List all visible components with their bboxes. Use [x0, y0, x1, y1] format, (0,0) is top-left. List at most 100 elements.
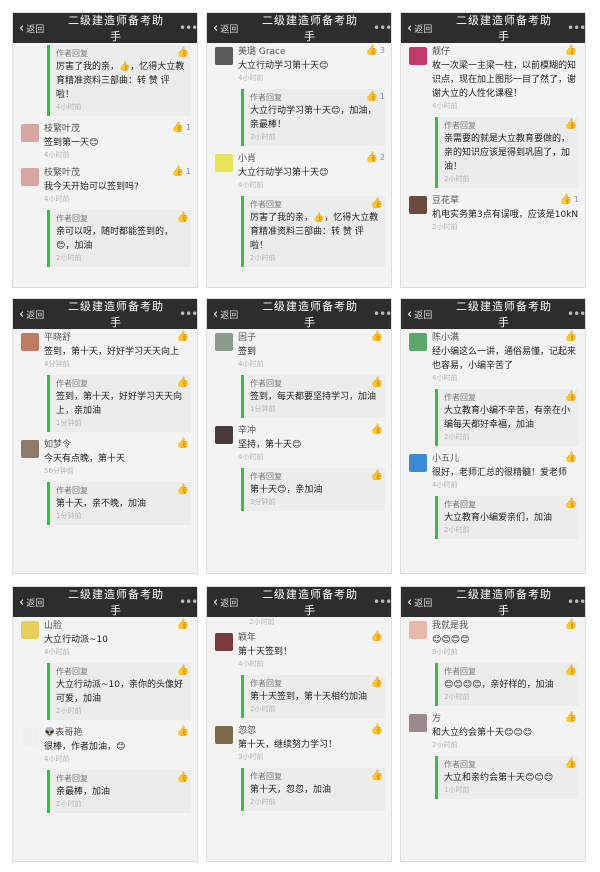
more-icon[interactable]: ••• [567, 21, 585, 35]
avatar[interactable] [21, 168, 39, 186]
like-button[interactable]: 👍 [177, 726, 191, 737]
like-button[interactable]: 👍 [371, 331, 385, 342]
back-button[interactable]: ‹ 返回 [401, 21, 455, 36]
commenter-name[interactable]: 陈小满 [432, 331, 579, 345]
thumbs-up-icon: 👍 [365, 91, 378, 102]
like-button[interactable]: 👍 [177, 212, 191, 223]
commenter-name[interactable]: 忽忽 [238, 724, 385, 738]
commenter-name[interactable]: 枝繁叶茂 [44, 166, 191, 180]
like-button[interactable]: 👍 [371, 377, 385, 388]
comment-list[interactable]: 平晓舒 签到，第十天，好好学习天天向上 4分钟前 👍 作者回复 签到，第十天，好好学习天天… [13, 329, 197, 573]
like-button[interactable]: 👍 [177, 772, 191, 783]
back-button[interactable]: ‹ 返回 [13, 595, 67, 610]
like-button[interactable]: 👍 [177, 665, 191, 676]
more-icon[interactable]: ••• [373, 21, 391, 35]
like-button[interactable]: 👍 [565, 45, 579, 56]
commenter-name[interactable]: 靓仔 [432, 45, 579, 59]
like-button[interactable]: 👍 [565, 619, 579, 630]
avatar[interactable] [409, 47, 427, 65]
comment-list[interactable]: 山脸 大立行动派~10 4小时前 👍 作者回复 大立行动派~10，亲你的头像好可爱，加油 2… [13, 617, 197, 861]
commenter-name[interactable]: 颖年 [238, 631, 385, 645]
more-icon[interactable]: ••• [179, 21, 197, 35]
back-button[interactable]: ‹ 返回 [401, 307, 455, 322]
like-button[interactable]: 👍 [371, 470, 385, 481]
avatar[interactable] [21, 621, 39, 639]
commenter-name[interactable]: 👽表哥艳 [44, 726, 191, 740]
like-button[interactable]: 👍 [565, 391, 579, 402]
back-button[interactable]: ‹ 返回 [207, 307, 261, 322]
avatar[interactable] [409, 621, 427, 639]
like-button[interactable]: 👍 [371, 631, 385, 642]
like-button[interactable]: 👍 [371, 724, 385, 735]
back-button[interactable]: ‹ 返回 [13, 21, 67, 36]
commenter-name[interactable]: 豆花草 [432, 194, 579, 208]
like-button[interactable]: 👍 [177, 484, 191, 495]
avatar[interactable] [409, 714, 427, 732]
avatar[interactable] [215, 333, 233, 351]
like-button[interactable]: 👍 [177, 377, 191, 388]
comment-list[interactable]: 固子 签到 4小时前 👍 作者回复 签到，每天都要坚持学习，加油 1分钟前 👍 辛冲 坚持，第十天… [207, 329, 391, 573]
like-button[interactable]: 👍 [565, 119, 579, 130]
commenter-name[interactable]: 固子 [238, 331, 385, 345]
commenter-name[interactable]: 山脸 [44, 619, 191, 633]
more-icon[interactable]: ••• [179, 307, 197, 321]
avatar[interactable] [21, 440, 39, 458]
avatar[interactable] [215, 154, 233, 172]
comment-list[interactable]: 陈小满 经小编这么一讲，通俗易懂，记起来也容易，小编辛苦了 4小时前 👍 作者回复 大立教… [401, 329, 585, 573]
commenter-name[interactable]: 方 [432, 712, 579, 726]
back-button[interactable]: ‹ 返回 [207, 595, 261, 610]
back-button[interactable]: ‹ 返回 [401, 595, 455, 610]
like-button[interactable]: 👍 [371, 770, 385, 781]
like-button[interactable]: 👍 [371, 677, 385, 688]
commenter-name[interactable]: 小肖 [238, 152, 385, 166]
comment-list[interactable]: 靓仔 枚一次梁一主梁一柱，以前模糊的知识点，现在加上图形一目了然了，谢谢大立的人性… [401, 43, 585, 287]
commenter-name[interactable]: 枝繁叶茂 [44, 122, 191, 136]
avatar[interactable] [215, 426, 233, 444]
like-button[interactable]: 👍 1 [171, 166, 191, 177]
comment-list[interactable]: 美璐 Grace 大立行动学习第十天😊 4小时前 👍 3 作者回复 大立行动学习第十天😊，加… [207, 43, 391, 287]
commenter-name[interactable]: 如梦令 [44, 438, 191, 452]
commenter-name[interactable]: 我就是我 [432, 619, 579, 633]
avatar[interactable] [409, 333, 427, 351]
like-button[interactable]: 👍 2 [365, 152, 385, 163]
more-icon[interactable]: ••• [567, 595, 585, 609]
back-button[interactable]: ‹ 返回 [13, 307, 67, 322]
like-button[interactable]: 👍 [371, 198, 385, 209]
avatar[interactable] [21, 333, 39, 351]
comment-list[interactable]: 我就是我 😊😊😊😊 3小时前 👍 作者回复 😊😊😊😊，亲好样的，加油 2小时前 👍 方和大立约会… [401, 617, 585, 861]
comment-list[interactable]: 2小时前 颖年 第十天签到！ 4小时前 👍 作者回复 第十天签到，第十天相约加油 2小时前 👍 忽… [207, 617, 391, 861]
commenter-name[interactable]: 小五儿 [432, 452, 579, 466]
comment-list[interactable]: 作者回复 厉害了我的亲，👍，忆得大立教育精准资料三部曲：转 赞 评啦！ 4小时前 👍 枝… [13, 43, 197, 287]
back-button[interactable]: ‹ 返回 [207, 21, 261, 36]
author-reply: 作者回复 厉害了我的亲，👍，忆得大立教育精准资料三部曲：转 赞 评啦！ 4小时前 👍 [47, 45, 191, 116]
like-button[interactable]: 👍 [565, 712, 579, 723]
commenter-name[interactable]: 辛冲 [238, 424, 385, 438]
like-button[interactable]: 👍 [177, 438, 191, 449]
commenter-name[interactable]: 美璐 Grace [238, 45, 385, 59]
avatar[interactable] [215, 633, 233, 651]
like-button[interactable]: 👍 3 [365, 45, 385, 56]
more-icon[interactable]: ••• [179, 595, 197, 609]
avatar[interactable] [21, 728, 39, 746]
avatar[interactable] [21, 124, 39, 142]
like-button[interactable]: 👍 [565, 498, 579, 509]
like-button[interactable]: 👍 [371, 424, 385, 435]
avatar[interactable] [409, 196, 427, 214]
like-button[interactable]: 👍 [177, 619, 191, 630]
avatar[interactable] [409, 454, 427, 472]
like-button[interactable]: 👍 [565, 331, 579, 342]
like-button[interactable]: 👍 [177, 331, 191, 342]
like-button[interactable]: 👍 [565, 758, 579, 769]
avatar[interactable] [215, 47, 233, 65]
like-button[interactable]: 👍 [177, 47, 191, 58]
like-button[interactable]: 👍 1 [365, 91, 385, 102]
like-button[interactable]: 👍 1 [559, 194, 579, 205]
like-button[interactable]: 👍 1 [171, 122, 191, 133]
avatar[interactable] [215, 726, 233, 744]
more-icon[interactable]: ••• [567, 307, 585, 321]
like-button[interactable]: 👍 [565, 665, 579, 676]
more-icon[interactable]: ••• [373, 307, 391, 321]
commenter-name[interactable]: 平晓舒 [44, 331, 191, 345]
more-icon[interactable]: ••• [373, 595, 391, 609]
like-button[interactable]: 👍 [565, 452, 579, 463]
